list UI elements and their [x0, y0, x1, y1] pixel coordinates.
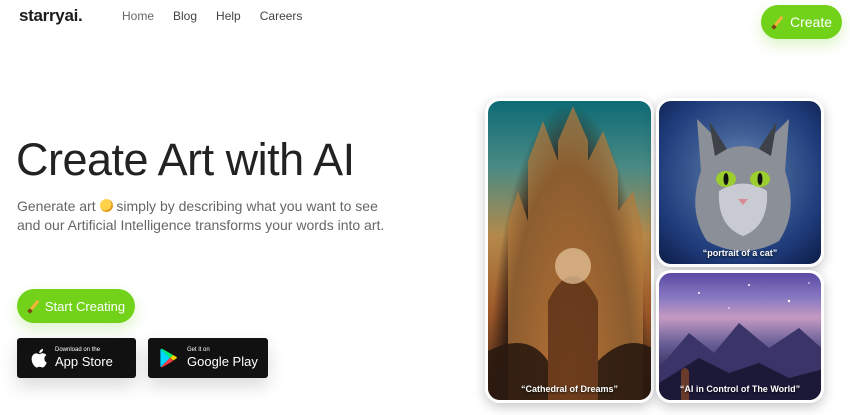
create-button-label: Create: [789, 14, 833, 30]
google-play-label: Google Play: [187, 354, 258, 369]
start-creating-button[interactable]: Start Creating: [17, 289, 135, 323]
top-nav: Home Blog Help Careers: [122, 9, 321, 23]
gallery-card-world: “AI in Control of The World”: [656, 270, 824, 403]
pencil-icon: [27, 300, 40, 313]
apple-icon: [31, 348, 47, 368]
create-button[interactable]: Create: [761, 5, 842, 39]
pencil-icon: [771, 16, 784, 29]
palette-emoji-icon: [99, 199, 113, 212]
app-store-button[interactable]: Download on the App Store: [17, 338, 136, 378]
gallery-caption: “Cathedral of Dreams”: [520, 384, 619, 394]
brand-logo[interactable]: starryai.: [19, 6, 83, 26]
gallery-caption: “AI in Control of The World”: [679, 384, 801, 394]
cat-artwork: [695, 119, 791, 251]
cathedral-artwork: [488, 106, 651, 400]
google-play-icon: [160, 348, 177, 368]
app-store-small-label: Download on the: [55, 347, 101, 353]
google-play-button[interactable]: Get it on Google Play: [148, 338, 268, 378]
google-play-small-label: Get it on: [187, 347, 210, 353]
gallery-card-cat: “portrait of a cat”: [656, 98, 824, 267]
hero-subtitle-start: Generate art: [17, 198, 100, 214]
nav-careers[interactable]: Careers: [260, 9, 303, 23]
gallery-caption: “portrait of a cat”: [702, 248, 778, 258]
start-creating-label: Start Creating: [44, 298, 126, 314]
nav-home[interactable]: Home: [122, 9, 154, 23]
app-store-label: App Store: [55, 354, 113, 369]
hero-title: Create Art with AI: [16, 134, 355, 185]
nav-blog[interactable]: Blog: [173, 9, 197, 23]
gallery-card-cathedral: “Cathedral of Dreams”: [485, 98, 654, 403]
nav-help[interactable]: Help: [216, 9, 241, 23]
hero-subtitle: Generate art simply by describing what y…: [17, 197, 387, 235]
